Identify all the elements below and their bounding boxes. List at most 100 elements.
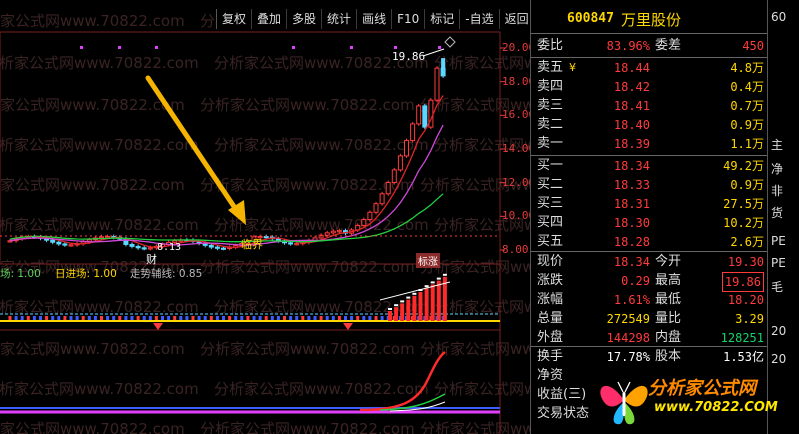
ask-label: 卖一: [537, 136, 564, 151]
stat-label: 最高: [655, 273, 682, 288]
toolbar-fuquan-button[interactable]: 复权: [216, 9, 252, 29]
candle-body: [221, 247, 226, 250]
signal-dot: [394, 46, 397, 49]
indicator-bar-cap: [424, 285, 429, 288]
stat-value: 144298: [606, 331, 650, 345]
toolbar-multistock-button[interactable]: 多股: [286, 9, 322, 29]
stat-value: 3.29: [735, 312, 764, 326]
toolbar-f10-button[interactable]: F10: [391, 9, 425, 29]
critical-marker: 临界: [241, 238, 263, 251]
candle-body: [397, 155, 403, 171]
candle-body: [434, 67, 440, 101]
side-info-item: 20: [771, 324, 787, 338]
divider: [531, 251, 768, 252]
stat-row: 外盘 144298 内盘 128251: [531, 329, 768, 347]
ask-row[interactable]: 卖五 ¥18.44 4.8万: [531, 59, 768, 77]
candle-body: [404, 140, 409, 157]
toolbar-draw-button[interactable]: 画线: [356, 9, 392, 29]
bid-row[interactable]: 买二 18.33 0.9万: [531, 176, 768, 194]
stock-terminal-window: 分析家公式网www.70822.com分析家公式网www.70822.com分析…: [0, 0, 799, 434]
weicha-label: 委差: [655, 38, 682, 53]
stock-code[interactable]: 600847: [567, 11, 614, 26]
candle-body: [105, 236, 111, 239]
bid-label: 买四: [537, 215, 564, 230]
candle-body: [422, 105, 428, 128]
candle-body: [263, 236, 269, 239]
ask-row[interactable]: 卖二 18.40 0.9万: [531, 116, 768, 134]
ask-price: 18.41: [613, 99, 650, 113]
surge-marker: 标涨: [416, 253, 440, 268]
toolbar-stats-button[interactable]: 统计: [321, 9, 357, 29]
indicator-bar-cap: [430, 281, 435, 284]
bid-volume: 27.5万: [723, 197, 764, 211]
logo-url: www.70822.COM: [654, 400, 778, 415]
indicator-bar-up: [412, 295, 417, 321]
candle-body: [410, 123, 416, 142]
info-value: 1.53亿: [723, 350, 764, 364]
ask-row[interactable]: 卖四 18.42 0.4万: [531, 78, 768, 96]
side-info-item: 60: [771, 10, 787, 24]
ask-price: 18.44: [613, 61, 650, 75]
bid-price: 18.33: [613, 178, 650, 192]
indicator-bar-up: [406, 299, 411, 321]
bid-price: 18.28: [613, 235, 650, 249]
candle-body: [361, 219, 367, 226]
indicator-c-label: 走势辅线: 0.85: [130, 268, 203, 280]
bid-row[interactable]: 买三 18.31 27.5万: [531, 195, 768, 213]
candle-body: [56, 241, 62, 245]
indicator2-red-curve: [359, 351, 446, 412]
weibi-label: 委比: [537, 38, 564, 53]
indicator-bar-cap: [388, 308, 392, 310]
signal-dot: [155, 46, 158, 49]
info-row: 换手 17.78% 股本 1.53亿: [531, 348, 768, 366]
indicator-bar-cap: [406, 296, 411, 299]
toolbar-watchlist-button[interactable]: -自选: [459, 9, 499, 29]
logo-title: 分析家公式网: [648, 378, 756, 399]
candle-body: [330, 230, 336, 234]
side-info-item: 非: [771, 184, 784, 198]
stat-label: 今开: [655, 254, 682, 269]
signal-dot: [118, 46, 121, 49]
candle-body: [288, 242, 294, 245]
ask-row[interactable]: 卖一 18.39 1.1万: [531, 135, 768, 153]
stat-row: 涨幅 1.61% 最低 18.20: [531, 291, 768, 309]
indicator-bar-cap: [412, 292, 417, 295]
signal-dot: [350, 46, 353, 49]
candle-body: [385, 181, 391, 195]
ask-volume: 0.4万: [730, 80, 764, 94]
candle-body: [324, 232, 330, 236]
toolbar-overlay-button[interactable]: 叠加: [251, 9, 287, 29]
side-info-item: PE: [771, 234, 786, 248]
bid-label: 买五: [537, 234, 564, 249]
indicator-b-label: 日进场: 1.00: [55, 268, 117, 280]
ask-row[interactable]: 卖三 18.41 0.7万: [531, 97, 768, 115]
diamond-icon: [444, 36, 456, 48]
indicator-bar-up: [388, 311, 392, 321]
candle-body: [336, 230, 342, 233]
divider: [531, 33, 768, 34]
quote-header: 600847 万里股份: [531, 11, 768, 31]
bid-volume: 49.2万: [723, 159, 764, 173]
ask-label: 卖四: [537, 79, 564, 94]
bid-row[interactable]: 买五 18.28 2.6万: [531, 233, 768, 251]
stat-value: 18.20: [727, 293, 764, 307]
toolbar-mark-button[interactable]: 标记: [424, 9, 460, 29]
signal-dot: [438, 46, 441, 49]
toolbar-back-button[interactable]: 返回: [498, 9, 534, 29]
bid-row[interactable]: 买一 18.34 49.2万: [531, 157, 768, 175]
candle-body: [99, 236, 104, 239]
divider: [531, 346, 768, 347]
candle-body: [62, 243, 68, 246]
bid-label: 买三: [537, 196, 564, 211]
indicator-bar-up: [394, 307, 399, 321]
kline-chart[interactable]: [0, 0, 530, 434]
divider: [531, 155, 768, 156]
ask-label: 卖五: [537, 60, 564, 75]
ask-price: 18.40: [613, 118, 650, 132]
candle-body: [441, 58, 446, 76]
candle-body: [141, 247, 147, 250]
candle-body: [379, 193, 385, 205]
candle-body: [373, 203, 379, 213]
bid-row[interactable]: 买四 18.30 10.2万: [531, 214, 768, 232]
candle-body: [367, 211, 373, 221]
